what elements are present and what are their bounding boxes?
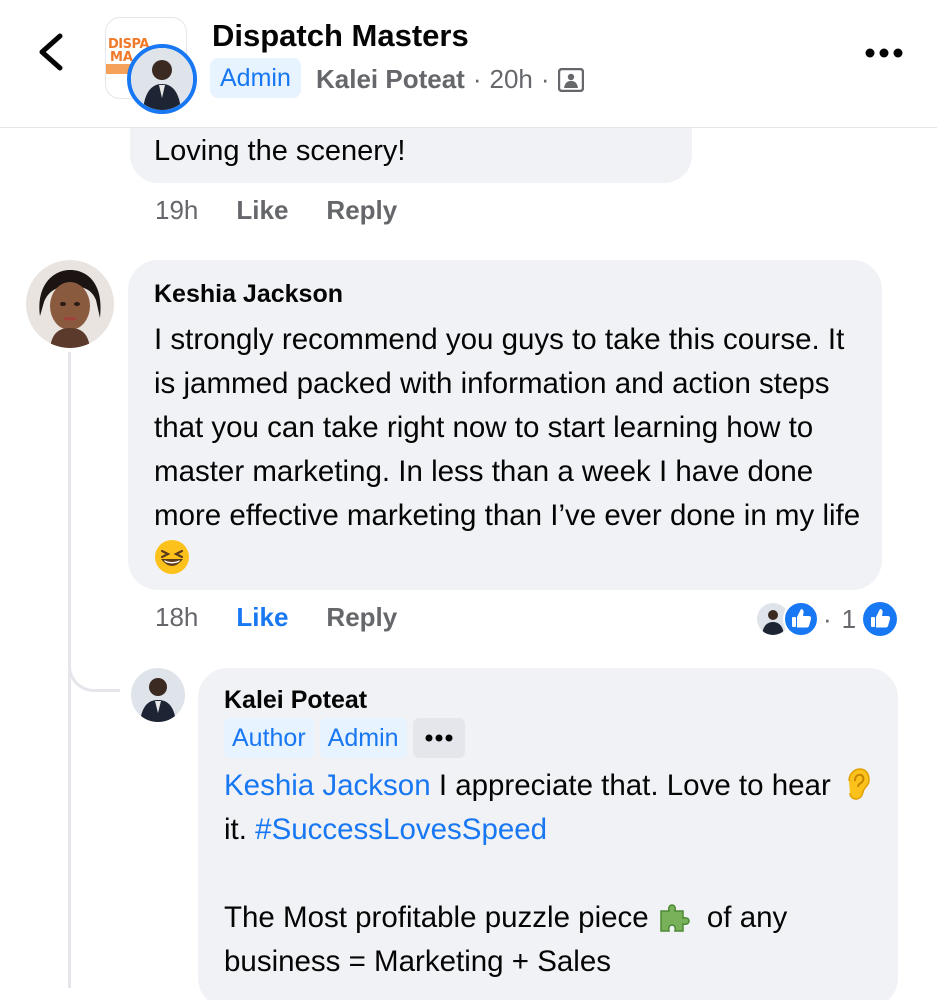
meta-separator-2: ·: [540, 64, 550, 94]
comment-time[interactable]: 18h: [155, 602, 198, 633]
reply-paragraph-2: The Most profitable puzzle piece of any …: [224, 896, 884, 984]
post-time[interactable]: 20h: [490, 64, 533, 95]
post-header: DISPA MA Dispatch Masters Admin Kalei Po…: [0, 0, 937, 128]
ear-emoji: [848, 768, 870, 800]
hashtag-link[interactable]: #SuccessLovesSpeed: [255, 813, 547, 846]
like-button[interactable]: Like: [236, 602, 288, 633]
comment-time[interactable]: 19h: [155, 195, 198, 226]
comment-bubble: Keshia Jackson I strongly recommend you …: [128, 260, 882, 590]
comment-text-previous: Loving the scenery!: [154, 135, 406, 167]
admin-badge: Admin: [319, 718, 407, 758]
reply-author-avatar[interactable]: [131, 668, 185, 722]
reply-text: Keshia Jackson I appreciate that. Love t…: [224, 764, 884, 984]
comment-text: I strongly recommend you guys to take th…: [154, 318, 866, 582]
post-meta: Kalei Poteat · 20h ·: [316, 64, 584, 95]
photo-icon: [557, 67, 584, 92]
puzzle-emoji: [659, 904, 690, 932]
meta-separator: ·: [472, 64, 482, 94]
reply-text-part-3: The Most profitable puzzle piece: [224, 901, 649, 934]
reply-text-part-2: it.: [224, 813, 256, 846]
reaction-count: 1: [841, 603, 857, 634]
reply-author[interactable]: Kalei Poteat: [224, 686, 367, 715]
person-portrait-icon: [131, 668, 185, 722]
more-icon[interactable]: [862, 38, 906, 68]
author-badge: Author: [224, 718, 314, 758]
person-portrait-icon: [131, 48, 193, 110]
more-icon: [425, 734, 453, 742]
like-icon: [783, 601, 819, 637]
comment-actions: 18h Like Reply: [155, 602, 397, 633]
reply-badges: Author Admin: [224, 718, 465, 758]
comment-actions-previous: 19h Like Reply: [155, 195, 397, 226]
like-button[interactable]: Like: [236, 195, 288, 226]
reply-bubble: Kalei Poteat Author Admin Keshia Jackson…: [198, 668, 898, 1000]
like-icon: [863, 602, 898, 636]
reactions-summary[interactable]: · 1: [755, 600, 898, 638]
back-arrow-icon[interactable]: [30, 30, 74, 74]
reply-paragraph-1: Keshia Jackson I appreciate that. Love t…: [224, 764, 884, 852]
reply-button[interactable]: Reply: [326, 195, 397, 226]
reaction-separator: ·: [823, 603, 832, 634]
mention-link[interactable]: Keshia Jackson: [224, 769, 431, 802]
person-portrait-icon: [26, 260, 114, 348]
group-logo-text-2: MA: [110, 50, 133, 65]
reply-text-part-1: I appreciate that. Love to hear: [430, 769, 831, 802]
author-avatar[interactable]: [127, 44, 197, 114]
badge-more-button[interactable]: [412, 718, 465, 758]
group-title[interactable]: Dispatch Masters: [212, 18, 469, 54]
grinning-squinting-emoji: [155, 540, 189, 574]
admin-badge: Admin: [210, 58, 301, 98]
post-author[interactable]: Kalei Poteat: [316, 64, 465, 95]
comment-body: I strongly recommend you guys to take th…: [154, 323, 861, 532]
commenter-avatar[interactable]: [26, 260, 114, 348]
comment-author[interactable]: Keshia Jackson: [154, 280, 343, 309]
thread-connector: [68, 638, 120, 692]
reply-button[interactable]: Reply: [326, 602, 397, 633]
